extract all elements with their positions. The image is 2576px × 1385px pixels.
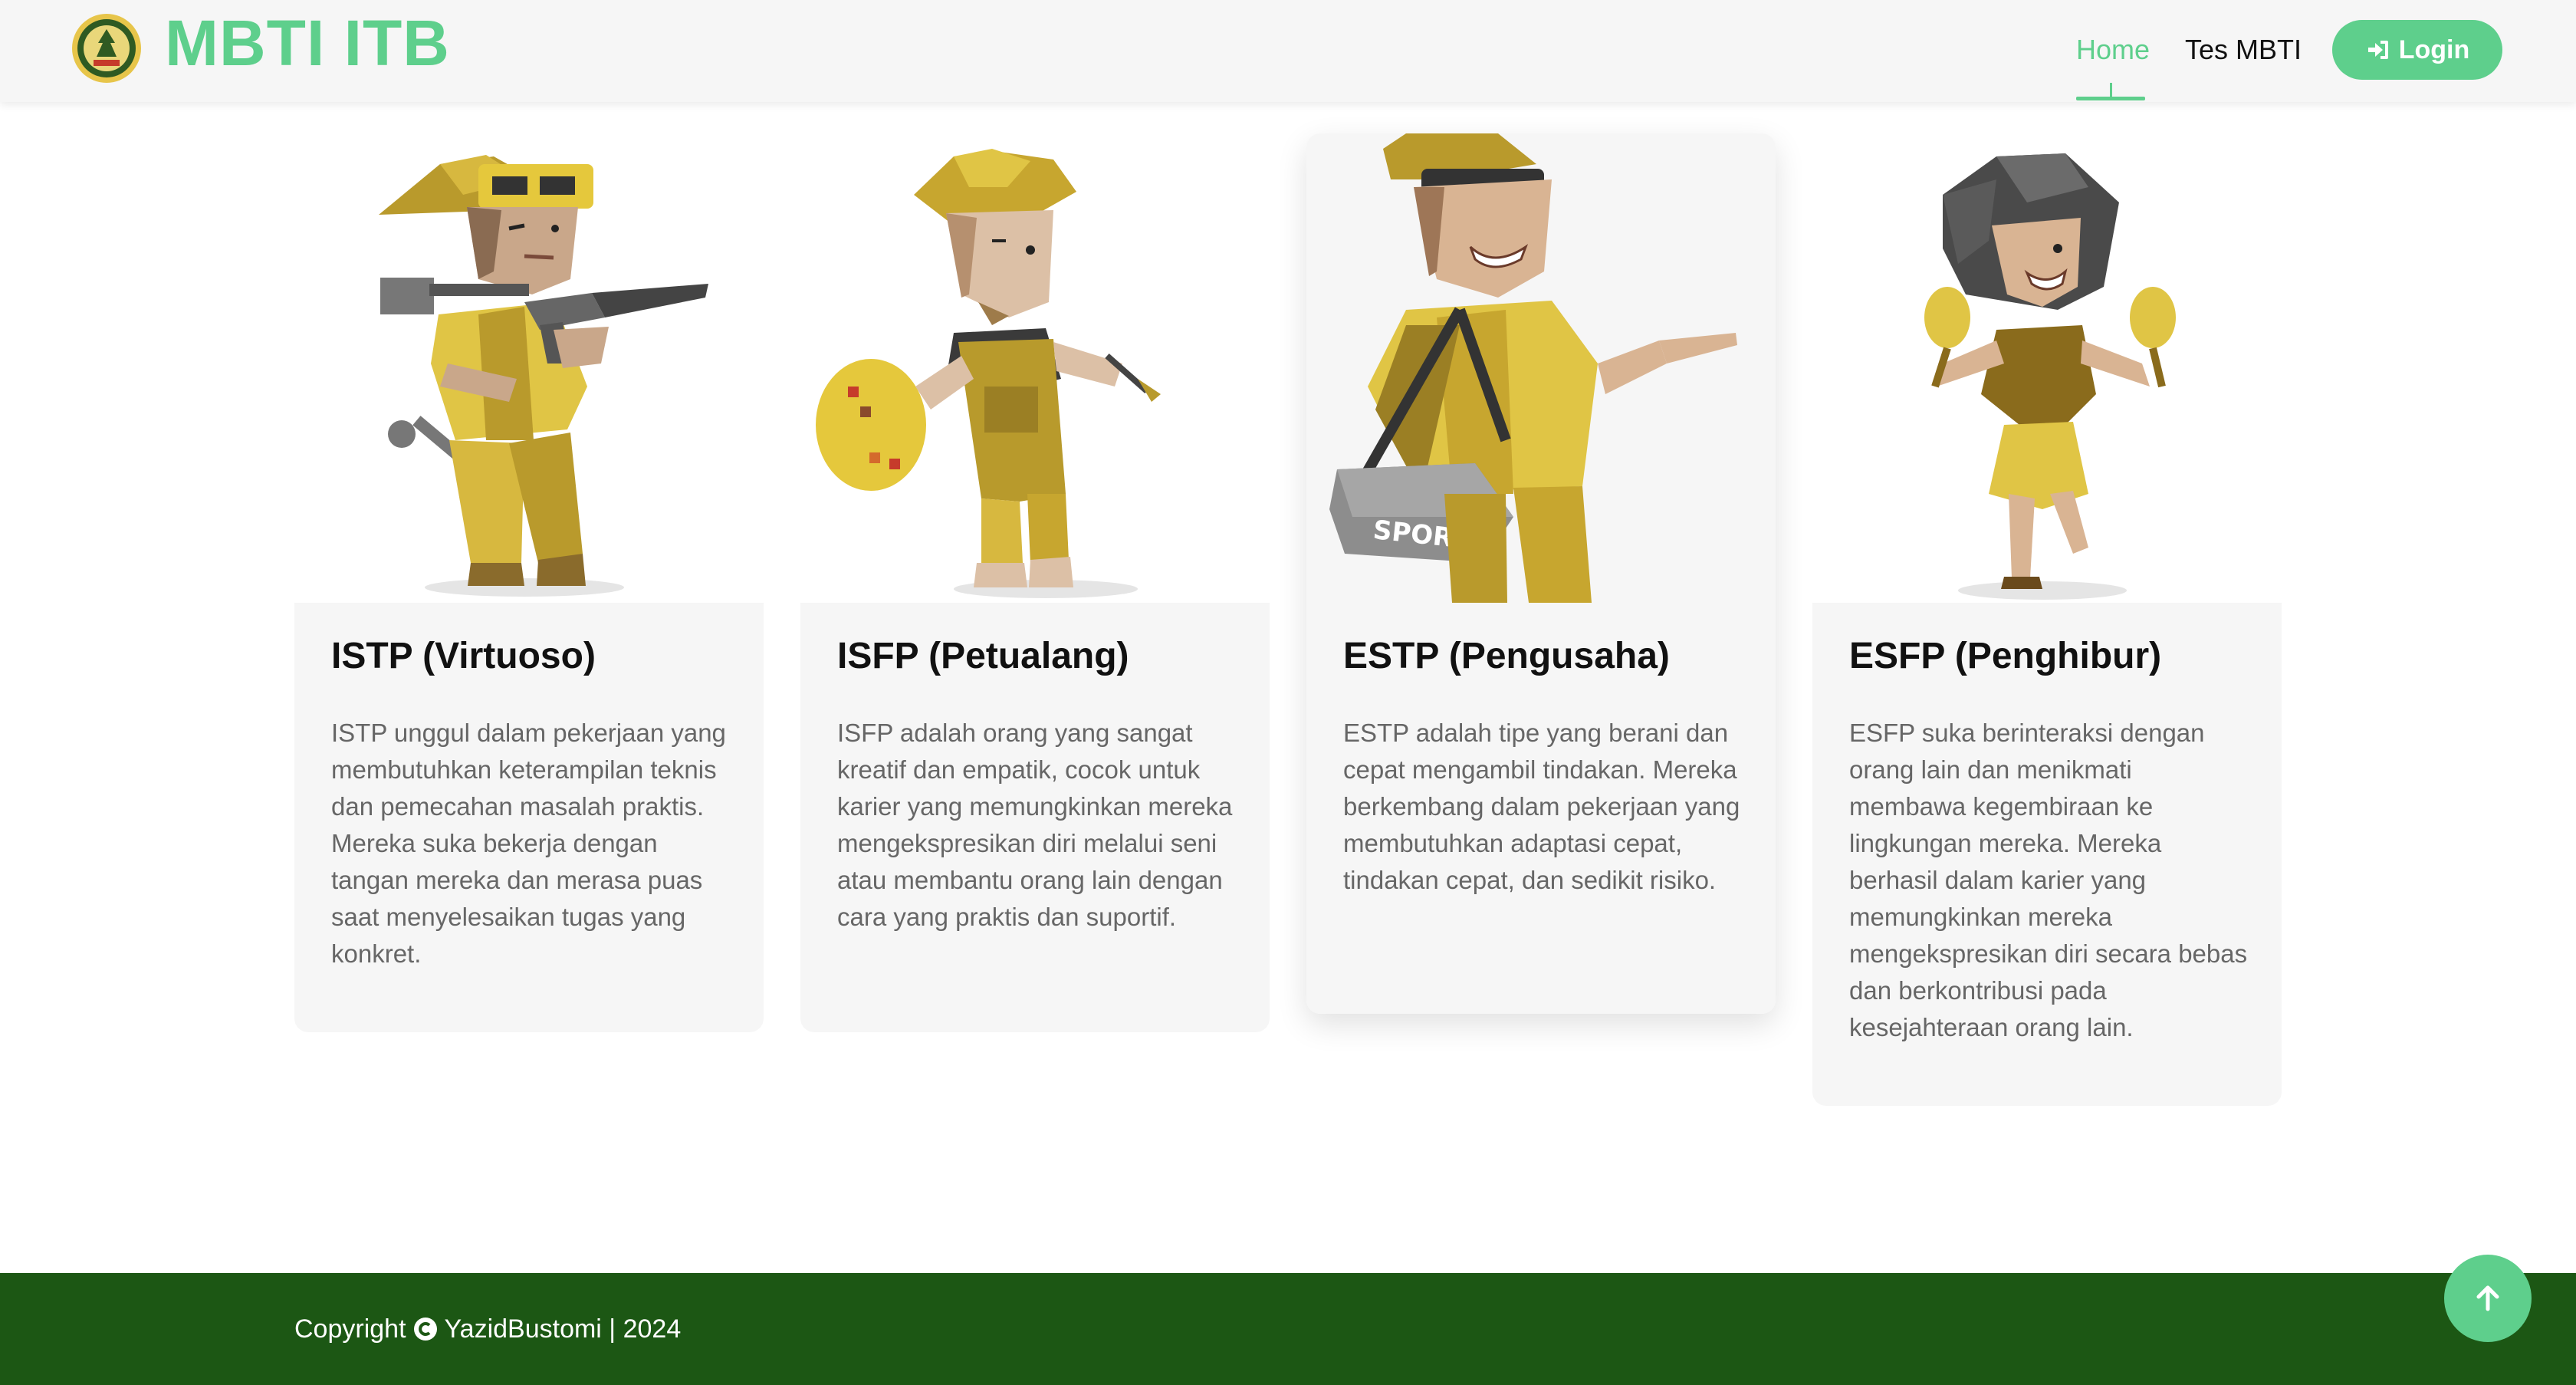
card-image: [1812, 133, 2282, 603]
adventurer-character-icon: [816, 149, 1161, 598]
navbar: MBTI ITB Home Tes MBTI Login: [0, 0, 2576, 102]
card-body: ESTP (Pengusaha) ESTP adalah tipe yang b…: [1306, 603, 1776, 1014]
sign-in-icon: [2367, 41, 2388, 59]
card-body: ISTP (Virtuoso) ISTP unggul dalam pekerj…: [294, 603, 764, 1032]
nav-tes-mbti[interactable]: Tes MBTI: [2185, 31, 2302, 69]
card-description: ESTP adalah tipe yang berani dan cepat m…: [1343, 719, 1740, 894]
itb-logo-icon[interactable]: [71, 12, 143, 84]
arrow-up-icon: [2476, 1285, 2499, 1311]
card-description: ISTP unggul dalam pekerjaan yang membutu…: [331, 719, 726, 968]
footer: Copyright YazidBustomi | 2024: [0, 1273, 2576, 1385]
entertainer-character-icon: [1924, 153, 2176, 600]
entrepreneur-character-icon: SPORT: [1329, 133, 1737, 603]
nav-home[interactable]: Home: [2076, 31, 2150, 69]
card-title: ESFP (Penghibur): [1849, 636, 2162, 676]
card-description: ESFP suka berinteraksi dengan orang lain…: [1849, 719, 2248, 1041]
card-image: SPORT: [1306, 133, 1776, 603]
copyright-owner: YazidBustomi | 2024: [444, 1314, 682, 1344]
virtuoso-character-icon: [379, 155, 708, 597]
card-title: ESTP (Pengusaha): [1343, 636, 1670, 676]
copyright-prefix: Copyright: [294, 1314, 406, 1344]
card-body: ESFP (Penghibur) ESFP suka berinteraksi …: [1812, 603, 2282, 1106]
nav-active-tick: [2110, 83, 2112, 97]
mbti-card-estp[interactable]: SPORT ESTP (Pengusaha) ESTP adalah tipe …: [1306, 133, 1776, 1014]
copyright-icon: [413, 1318, 437, 1341]
card-description: ISFP adalah orang yang sangat kreatif da…: [837, 719, 1233, 931]
card-body: ISFP (Petualang) ISFP adalah orang yang …: [800, 603, 1270, 1032]
card-title: ISTP (Virtuoso): [331, 636, 596, 676]
card-title: ISFP (Petualang): [837, 636, 1129, 676]
login-button[interactable]: Login: [2332, 20, 2502, 80]
copyright: Copyright YazidBustomi | 2024: [294, 1311, 681, 1347]
login-label: Login: [2398, 35, 2470, 64]
brand-title[interactable]: MBTI ITB: [165, 5, 450, 81]
nav-active-underline: [2076, 97, 2145, 100]
card-image: [294, 133, 764, 603]
back-to-top-button[interactable]: [2444, 1255, 2532, 1342]
card-image: [800, 133, 1270, 603]
